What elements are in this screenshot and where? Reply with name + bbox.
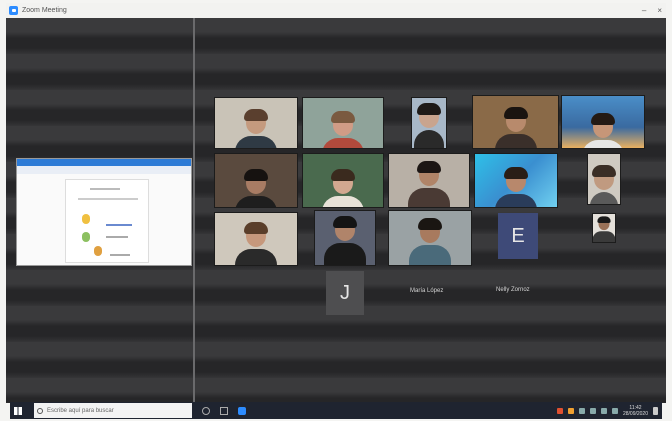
participant-video-tile[interactable] <box>411 97 447 149</box>
doc-label-line <box>110 254 130 256</box>
participant-video-tile[interactable] <box>214 97 298 149</box>
window-title: Zoom Meeting <box>22 7 67 14</box>
doc-label-line <box>106 236 128 238</box>
participant-name-tile[interactable]: Nelly Zornoz <box>496 287 530 293</box>
keyboard-icon[interactable] <box>611 407 618 414</box>
cortana-icon[interactable] <box>202 406 210 415</box>
volume-icon[interactable] <box>600 407 607 414</box>
tray-app-icon[interactable] <box>556 407 563 414</box>
participant-name: Nelly Zornoz <box>496 287 530 293</box>
system-tray: 11:42 28/09/2020 <box>556 402 658 419</box>
doc-figure-green <box>82 232 90 242</box>
participant-avatar-tile[interactable]: J <box>326 271 364 315</box>
doc-text-line <box>78 198 138 200</box>
doc-label-line <box>106 224 132 226</box>
network-icon[interactable] <box>589 407 596 414</box>
participant-video-tile[interactable] <box>214 153 298 208</box>
shared-app-titlebar <box>17 159 191 166</box>
close-button[interactable]: × <box>657 6 662 15</box>
participant-video-tile[interactable] <box>592 213 616 243</box>
participant-video-tile[interactable] <box>388 210 472 266</box>
shared-document-page <box>65 179 149 263</box>
zoom-app-icon <box>9 6 18 15</box>
participant-video-tile[interactable] <box>214 212 298 266</box>
shared-screen-thumbnail[interactable] <box>16 158 192 266</box>
participant-name-tile[interactable]: María López <box>410 288 443 294</box>
search-icon <box>37 407 43 414</box>
task-view-icon[interactable] <box>220 406 228 415</box>
windows-taskbar: Escribe aquí para buscar 11:42 28/09/202… <box>10 402 662 419</box>
avatar-initial: E <box>511 224 525 247</box>
participant-video-tile[interactable] <box>472 95 559 149</box>
doc-figure-yellow <box>82 214 90 224</box>
participant-name: María López <box>410 288 444 294</box>
participant-video-tile[interactable] <box>474 153 558 208</box>
taskbar-clock[interactable]: 11:42 28/09/2020 <box>623 405 648 417</box>
doc-heading-line <box>90 188 120 190</box>
shared-app-ribbon <box>17 166 191 174</box>
chevron-up-icon[interactable] <box>578 407 585 414</box>
participant-video-tile[interactable] <box>302 153 384 208</box>
notifications-icon[interactable] <box>653 406 658 415</box>
start-button[interactable] <box>10 402 26 419</box>
participant-video-tile[interactable] <box>302 97 384 149</box>
avatar-initial: J <box>340 281 350 304</box>
windows-logo-icon <box>14 406 22 415</box>
window-controls: – × <box>642 3 662 18</box>
title-bar: Zoom Meeting – × <box>6 3 666 18</box>
participant-video-tile[interactable] <box>561 95 645 149</box>
participant-video-tile[interactable] <box>587 153 621 205</box>
clock-date: 28/09/2020 <box>622 410 648 417</box>
panel-splitter[interactable] <box>193 18 195 402</box>
taskbar-search-box[interactable]: Escribe aquí para buscar <box>34 403 192 418</box>
tray-app-icon[interactable] <box>567 407 574 414</box>
minimize-button[interactable]: – <box>642 6 646 15</box>
participant-avatar-tile[interactable]: E <box>498 213 538 259</box>
participant-video-tile[interactable] <box>388 153 470 208</box>
zoom-taskbar-icon[interactable] <box>238 406 246 415</box>
search-placeholder: Escribe aquí para buscar <box>47 407 114 414</box>
doc-figure-orange <box>94 246 102 256</box>
participant-video-tile[interactable] <box>314 210 376 266</box>
